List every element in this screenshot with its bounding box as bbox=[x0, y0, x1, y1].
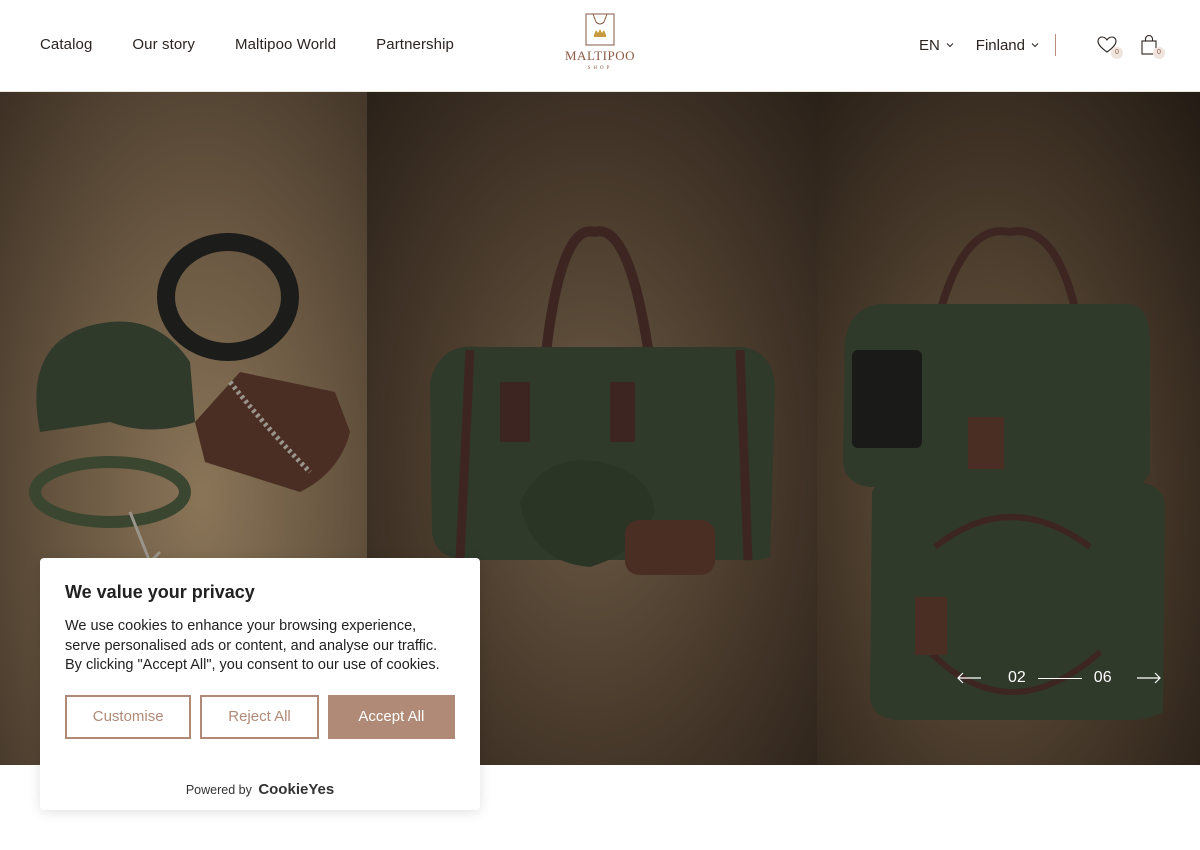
bag-logo-icon bbox=[585, 13, 615, 46]
wishlist-count: 0 bbox=[1111, 47, 1123, 59]
logo-sub: SHOP bbox=[587, 66, 613, 71]
arrow-right-icon[interactable] bbox=[1136, 671, 1162, 685]
nav-partnership[interactable]: Partnership bbox=[376, 36, 454, 53]
reject-all-button[interactable]: Reject All bbox=[200, 694, 319, 739]
site-logo[interactable]: MALTIPOO SHOP bbox=[560, 10, 640, 82]
cookie-description: We use cookies to enhance your browsing … bbox=[65, 618, 440, 673]
cookie-buttons: Customise Reject All Accept All bbox=[65, 694, 455, 739]
powered-by: Powered by CookieYes bbox=[40, 781, 480, 798]
logo-brand: MALTIPOO bbox=[565, 48, 635, 63]
cookieyes-logo[interactable]: CookieYes bbox=[258, 781, 334, 798]
chevron-down-icon bbox=[946, 43, 954, 48]
header-tools: EN Finland 0 0 bbox=[919, 33, 1165, 59]
nav-maltipoo-world[interactable]: Maltipoo World bbox=[235, 36, 336, 53]
slide-total: 06 bbox=[1093, 669, 1112, 686]
powered-by-label: Powered by bbox=[185, 783, 252, 797]
slide-progress-line bbox=[1037, 677, 1082, 679]
chevron-down-icon bbox=[1031, 43, 1039, 48]
language-select[interactable]: EN bbox=[919, 37, 954, 54]
site-header: Catalog Our story Maltipoo World Partner… bbox=[0, 0, 1200, 92]
country-value: Finland bbox=[975, 36, 1025, 54]
header-divider bbox=[1055, 34, 1056, 56]
nav-our-story[interactable]: Our story bbox=[132, 36, 195, 53]
slide-current: 02 bbox=[1008, 669, 1026, 686]
nav-catalog[interactable]: Catalog bbox=[40, 36, 92, 53]
country-select[interactable]: Finland bbox=[976, 37, 1039, 54]
accept-all-button[interactable]: Accept All bbox=[327, 694, 455, 739]
wishlist-button[interactable]: 0 bbox=[1096, 34, 1123, 59]
language-value: EN bbox=[918, 36, 940, 54]
slider-controls: 02 06 bbox=[956, 666, 1162, 690]
main-nav: Catalog Our story Maltipoo World Partner… bbox=[40, 36, 454, 53]
cart-count: 0 bbox=[1153, 47, 1165, 59]
arrow-left-icon[interactable] bbox=[956, 671, 982, 685]
cookie-consent-banner: We value your privacy We use cookies to … bbox=[40, 558, 480, 810]
cookie-title: We value your privacy bbox=[65, 582, 255, 602]
customise-button[interactable]: Customise bbox=[65, 694, 192, 739]
cart-button[interactable]: 0 bbox=[1138, 34, 1165, 59]
